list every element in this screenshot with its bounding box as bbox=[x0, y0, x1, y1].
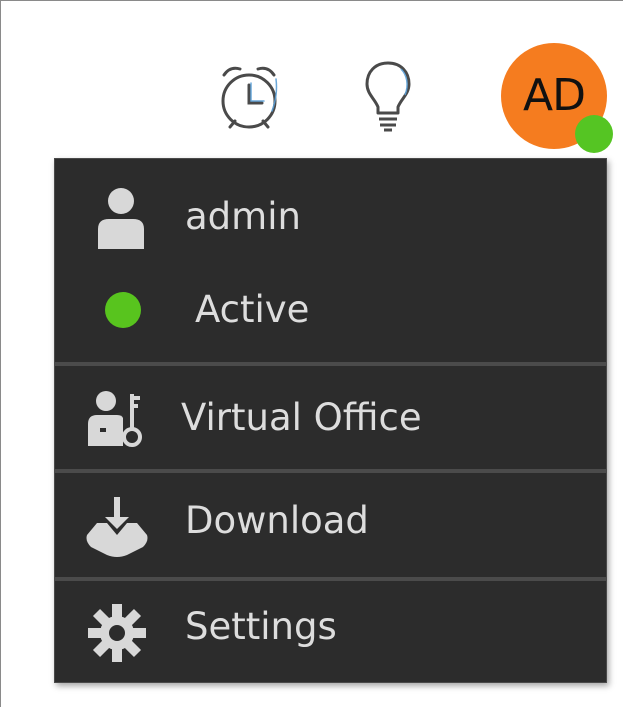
menu-item-status[interactable]: Active bbox=[55, 262, 606, 362]
download-icon bbox=[86, 497, 148, 557]
menu-item-settings[interactable]: Settings bbox=[55, 581, 606, 681]
user-icon bbox=[98, 188, 144, 249]
user-key-icon bbox=[88, 391, 142, 447]
user-dropdown-menu: admin Active Virtual Office Download Set… bbox=[54, 158, 607, 683]
lightbulb-icon[interactable] bbox=[363, 59, 413, 133]
menu-item-virtual-office[interactable]: Virtual Office bbox=[55, 366, 606, 466]
window-frame: AD admin Active Virtual Office Download … bbox=[0, 0, 623, 707]
alarm-clock-icon[interactable] bbox=[216, 61, 282, 133]
status-dot-icon bbox=[105, 292, 141, 328]
status-label: Active bbox=[195, 288, 310, 331]
menu-item-download[interactable]: Download bbox=[55, 473, 606, 573]
virtual-office-label: Virtual Office bbox=[181, 396, 422, 439]
gear-icon bbox=[88, 604, 146, 662]
presence-indicator bbox=[575, 115, 613, 153]
download-label: Download bbox=[185, 499, 369, 542]
menu-item-user[interactable]: admin bbox=[55, 165, 606, 265]
user-name: admin bbox=[185, 195, 301, 238]
settings-label: Settings bbox=[185, 605, 337, 648]
